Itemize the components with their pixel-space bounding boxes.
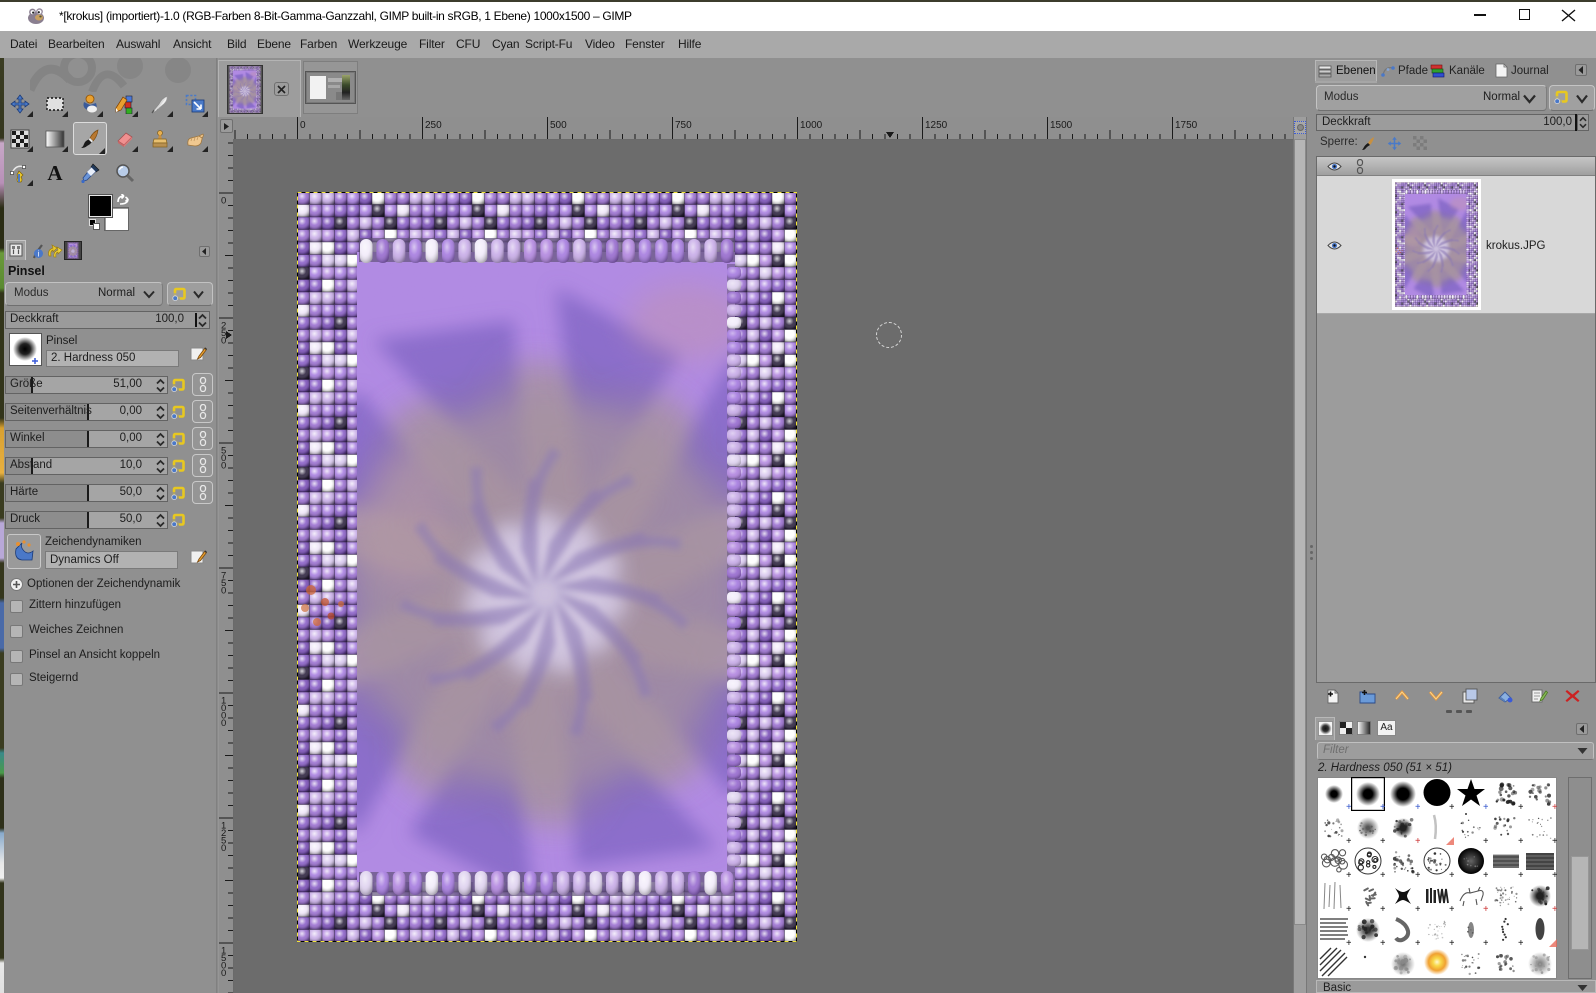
svg-text:1750: 1750 bbox=[1175, 120, 1198, 131]
svg-text:250: 250 bbox=[425, 120, 442, 131]
svg-text:0: 0 bbox=[300, 120, 306, 131]
svg-text:+: + bbox=[1380, 904, 1385, 913]
svg-text:+: + bbox=[1380, 938, 1385, 947]
svg-text:+: + bbox=[1483, 802, 1488, 811]
svg-text:+: + bbox=[1380, 870, 1385, 879]
svg-text:1000: 1000 bbox=[800, 120, 823, 131]
svg-text:i: i bbox=[38, 250, 40, 259]
svg-text:500: 500 bbox=[550, 120, 567, 131]
svg-text:+: + bbox=[1380, 836, 1385, 845]
svg-text:0: 0 bbox=[221, 968, 226, 979]
svg-text:+: + bbox=[1552, 904, 1557, 913]
svg-text:0: 0 bbox=[221, 843, 226, 854]
svg-text:0: 0 bbox=[221, 336, 226, 347]
svg-text:0: 0 bbox=[221, 586, 226, 597]
svg-text:1500: 1500 bbox=[1050, 120, 1073, 131]
svg-text:+: + bbox=[1483, 836, 1488, 845]
svg-text:+: + bbox=[1552, 870, 1557, 879]
svg-text:+: + bbox=[1483, 904, 1488, 913]
svg-text:0: 0 bbox=[221, 196, 226, 207]
svg-text:+: + bbox=[1552, 802, 1557, 811]
svg-text:1250: 1250 bbox=[925, 120, 948, 131]
svg-text:0: 0 bbox=[221, 718, 226, 729]
svg-text:A: A bbox=[47, 163, 63, 183]
svg-text:+: + bbox=[1380, 802, 1385, 811]
svg-text:750: 750 bbox=[675, 120, 692, 131]
svg-text:0: 0 bbox=[221, 461, 226, 472]
svg-text:+: + bbox=[1483, 870, 1488, 879]
svg-text:+: + bbox=[1483, 938, 1488, 947]
svg-text:+: + bbox=[1552, 836, 1557, 845]
